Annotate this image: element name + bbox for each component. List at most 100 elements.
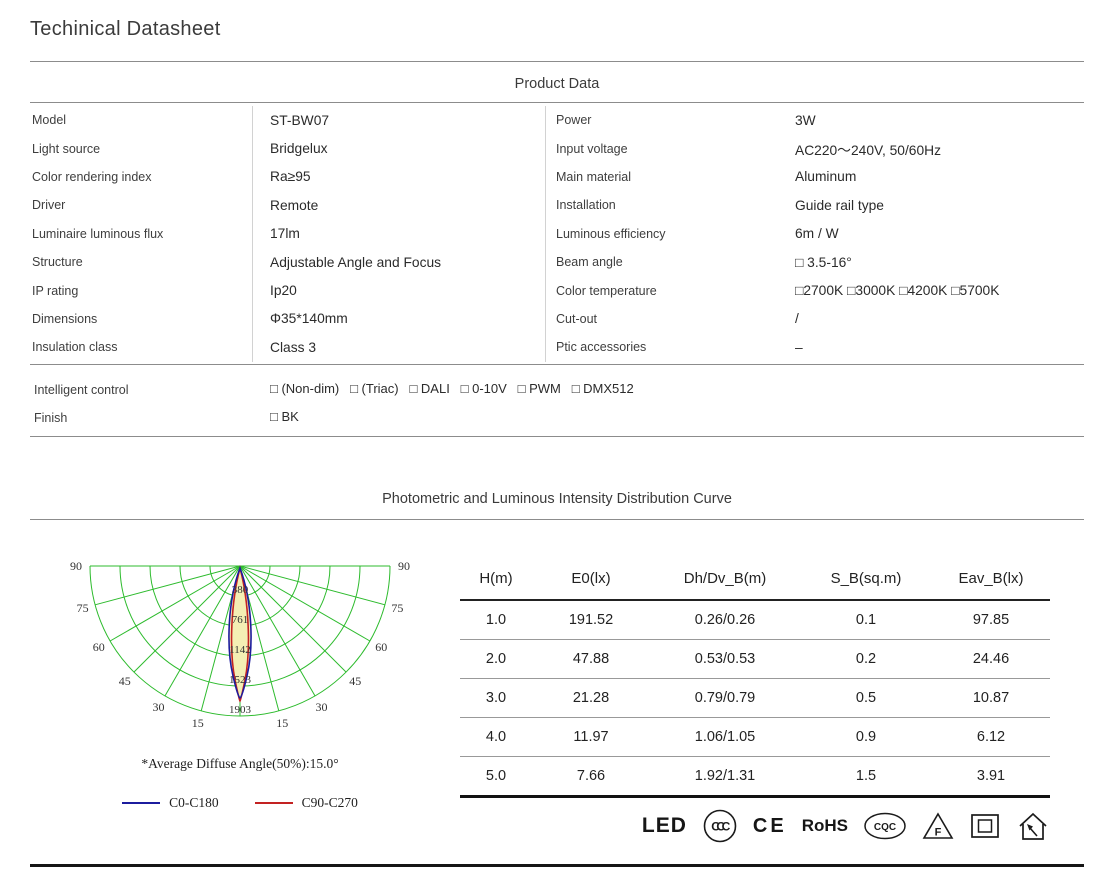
spec-label: Beam angle (556, 255, 623, 270)
spec-label: Color rendering index (32, 169, 152, 184)
spec-value: Φ35*140mm (270, 311, 348, 327)
photometric-chart: 90 90 75 75 60 60 45 45 30 30 15 15 380 … (55, 552, 425, 743)
spec-value: Guide rail type (795, 197, 884, 213)
legend-item-c90: C90-C270 (254, 795, 358, 811)
ring-value-label: 761 (232, 614, 249, 626)
table-cell: 11.97 (532, 717, 650, 757)
spec-value: / (795, 311, 799, 327)
spec-value: □ BK (270, 409, 299, 424)
angle-tick-label: 60 (375, 640, 387, 654)
spec-value: Bridgelux (270, 141, 328, 157)
spec-value: 6m / W (795, 226, 839, 242)
column-header: E0(lx) (532, 558, 650, 601)
spec-value: 17lm (270, 226, 300, 242)
spec-label: Input voltage (556, 141, 628, 156)
divider (30, 364, 1084, 365)
finish-row: Finish □ BK (32, 409, 1082, 427)
double-insulation-icon (971, 814, 999, 838)
f-mark-icon: F (922, 812, 954, 839)
table-cell: 97.85 (932, 600, 1050, 640)
table-cell: 4.0 (460, 717, 532, 757)
spec-label: Luminous efficiency (556, 226, 666, 241)
angle-tick-label: 15 (276, 716, 288, 730)
table-row: 4.0 11.97 1.06/1.05 0.9 6.12 (460, 717, 1050, 757)
product-spec-grid: Model ST-BW07 Power 3W Light source Brid… (30, 106, 1084, 362)
rohs-mark: RoHS (801, 816, 848, 835)
divider (30, 436, 1084, 437)
certification-marks: LED CCC CE RoHS CQC F (642, 804, 1050, 848)
column-divider (252, 106, 253, 362)
legend-line-c90-icon (254, 802, 293, 804)
ring-value-label: 1903 (229, 704, 252, 716)
ccc-text: CCC (711, 820, 730, 834)
divider (30, 102, 1084, 103)
spec-value: 3W (795, 112, 816, 128)
column-divider (545, 106, 546, 362)
spec-value: Aluminum (795, 169, 857, 185)
table-cell: 6.12 (932, 717, 1050, 757)
table-cell: 1.5 (800, 756, 932, 798)
table-cell: 7.66 (532, 756, 650, 798)
intelligent-control-row: Intelligent control □ (Non-dim) □ (Triac… (32, 381, 1082, 399)
legend-label: C90-C270 (301, 795, 358, 810)
table-cell: 191.52 (532, 600, 650, 640)
table-cell: 2.0 (460, 639, 532, 679)
angle-tick-label: 45 (119, 674, 131, 688)
spec-label: Cut-out (556, 311, 597, 326)
spec-label: Luminaire luminous flux (32, 226, 164, 241)
angle-tick-label: 60 (93, 640, 105, 654)
spec-value: AC220～240V, 50/60Hz (795, 142, 941, 158)
f-text: F (935, 827, 942, 839)
table-cell: 24.46 (932, 639, 1050, 679)
diffuse-angle-caption: *Average Diffuse Angle(50%):15.0° (141, 756, 339, 771)
table-cell: 1.0 (460, 600, 532, 640)
spec-label: Power (556, 113, 592, 128)
table-cell: 3.0 (460, 678, 532, 718)
legend-item-c0: C0-C180 (122, 795, 219, 811)
spec-value: Remote (270, 197, 319, 213)
ring-value-label: 1523 (229, 674, 252, 686)
angle-tick-label: 75 (77, 601, 89, 615)
spec-label: IP rating (32, 283, 79, 298)
column-header: H(m) (460, 558, 532, 601)
table-cell: 1.92/1.31 (650, 756, 800, 798)
spec-value: Ra≥95 (270, 169, 311, 185)
datasheet-page: Techinical Datasheet Product Data Model … (0, 0, 1114, 872)
led-mark: LED (641, 814, 687, 837)
spec-label: Insulation class (32, 340, 118, 355)
table-cell: 3.91 (932, 756, 1050, 798)
spec-value: □ (Non-dim) □ (Triac) □ DALI □ 0-10V □ P… (270, 381, 634, 396)
ce-mark: CE (752, 814, 787, 837)
table-cell: 21.28 (532, 678, 650, 718)
angle-tick-label: 45 (349, 674, 361, 688)
table-cell: 5.0 (460, 756, 532, 798)
table-cell: 47.88 (532, 639, 650, 679)
photometric-header: Photometric and Luminous Intensity Distr… (382, 491, 732, 507)
chart-legend: C0-C180 C90-C270 (55, 795, 425, 811)
legend-line-c0-icon (122, 802, 161, 804)
page-title: Techinical Datasheet (30, 18, 221, 40)
ccc-mark-icon: CCC (703, 809, 737, 843)
ring-value-label: 380 (232, 584, 249, 596)
table-cell: 0.5 (800, 678, 932, 718)
divider (30, 61, 1084, 62)
spec-label: Intelligent control (34, 383, 129, 397)
table-cell: 0.9 (800, 717, 932, 757)
cqc-mark-icon: CQC (864, 812, 906, 840)
spec-label: Ptic accessories (556, 340, 647, 355)
spec-value: □ 3.5-16° (795, 254, 852, 270)
spec-value: Adjustable Angle and Focus (270, 254, 442, 270)
angle-tick-label: 15 (192, 716, 204, 730)
table-row: 3.0 21.28 0.79/0.79 0.5 10.87 (460, 678, 1050, 718)
product-data-header: Product Data (514, 76, 600, 92)
spec-label: Finish (34, 411, 68, 425)
spec-label: Driver (32, 198, 66, 213)
spec-label: Light source (32, 141, 101, 156)
table-cell: 0.1 (800, 600, 932, 640)
table-cell: 1.06/1.05 (650, 717, 800, 757)
spec-value: Ip20 (270, 283, 297, 299)
divider (30, 519, 1084, 520)
table-cell: 0.2 (800, 639, 932, 679)
spec-label: Installation (556, 198, 616, 213)
angle-tick-label: 30 (153, 700, 165, 714)
